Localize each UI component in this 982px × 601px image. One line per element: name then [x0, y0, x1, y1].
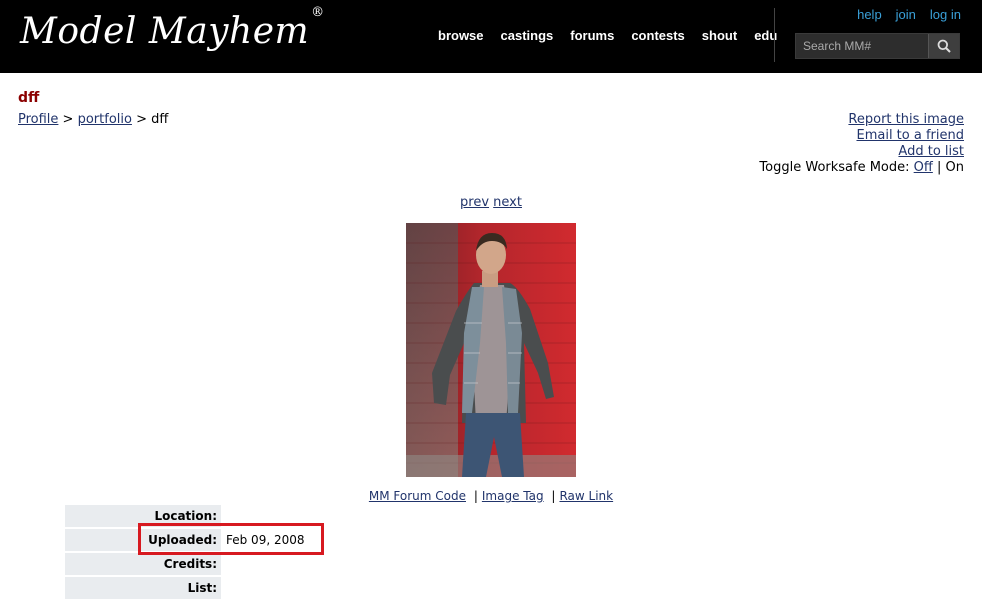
search-button[interactable]: [928, 34, 959, 58]
auth-links: help join log in: [843, 7, 961, 22]
email-friend-link[interactable]: Email to a friend: [856, 128, 964, 143]
image-pager: prev next: [0, 195, 982, 210]
nav-browse[interactable]: browse: [438, 28, 484, 43]
breadcrumb: Profile > portfolio > dff: [18, 112, 168, 127]
image-actions: Report this image Email to a friend Add …: [759, 112, 964, 176]
prev-link[interactable]: prev: [460, 195, 489, 210]
search-icon: [937, 39, 951, 53]
worksafe-toggle: Toggle Worksafe Mode: Off | On: [759, 160, 964, 176]
link-separator: |: [473, 489, 478, 503]
join-link[interactable]: join: [896, 7, 916, 22]
search-input[interactable]: [796, 34, 930, 58]
image-tag-link[interactable]: Image Tag: [482, 489, 544, 503]
next-link[interactable]: next: [493, 195, 522, 210]
portfolio-photo: [406, 223, 576, 477]
breadcrumb-profile[interactable]: Profile: [18, 112, 58, 127]
worksafe-label: Toggle Worksafe Mode:: [759, 160, 914, 175]
image-link-codes: MM Forum Code | Image Tag | Raw Link: [0, 489, 982, 503]
worksafe-off-link[interactable]: Off: [914, 160, 933, 175]
add-to-list-link[interactable]: Add to list: [898, 144, 964, 159]
raw-link[interactable]: Raw Link: [559, 489, 613, 503]
nav-contests[interactable]: contests: [631, 28, 684, 43]
nav-forums[interactable]: forums: [570, 28, 614, 43]
portfolio-image[interactable]: [406, 223, 576, 477]
uploaded-highlight-box: [138, 523, 324, 555]
detail-label: Credits:: [65, 553, 221, 575]
nav-shout[interactable]: shout: [702, 28, 737, 43]
breadcrumb-portfolio[interactable]: portfolio: [78, 112, 132, 127]
link-separator: |: [551, 489, 556, 503]
report-image-link[interactable]: Report this image: [848, 112, 964, 127]
forum-code-link[interactable]: MM Forum Code: [369, 489, 466, 503]
login-link[interactable]: log in: [930, 7, 961, 22]
worksafe-on-text[interactable]: On: [946, 160, 964, 175]
breadcrumb-separator: >: [131, 112, 152, 127]
nav-castings[interactable]: castings: [501, 28, 554, 43]
breadcrumb-current: dff: [151, 112, 169, 127]
help-link[interactable]: help: [857, 7, 882, 22]
main-nav: browse castings forums contests shout ed…: [438, 28, 794, 43]
detail-label: List:: [65, 577, 221, 599]
site-logo[interactable]: Model Mayhem ®: [20, 5, 325, 52]
breadcrumb-separator: >: [58, 112, 78, 127]
header-divider: [774, 8, 775, 62]
page-title: dff: [18, 90, 40, 106]
top-navigation-bar: Model Mayhem ® browse castings forums con…: [0, 0, 982, 73]
worksafe-separator: |: [932, 160, 946, 175]
search-box: [795, 33, 960, 59]
